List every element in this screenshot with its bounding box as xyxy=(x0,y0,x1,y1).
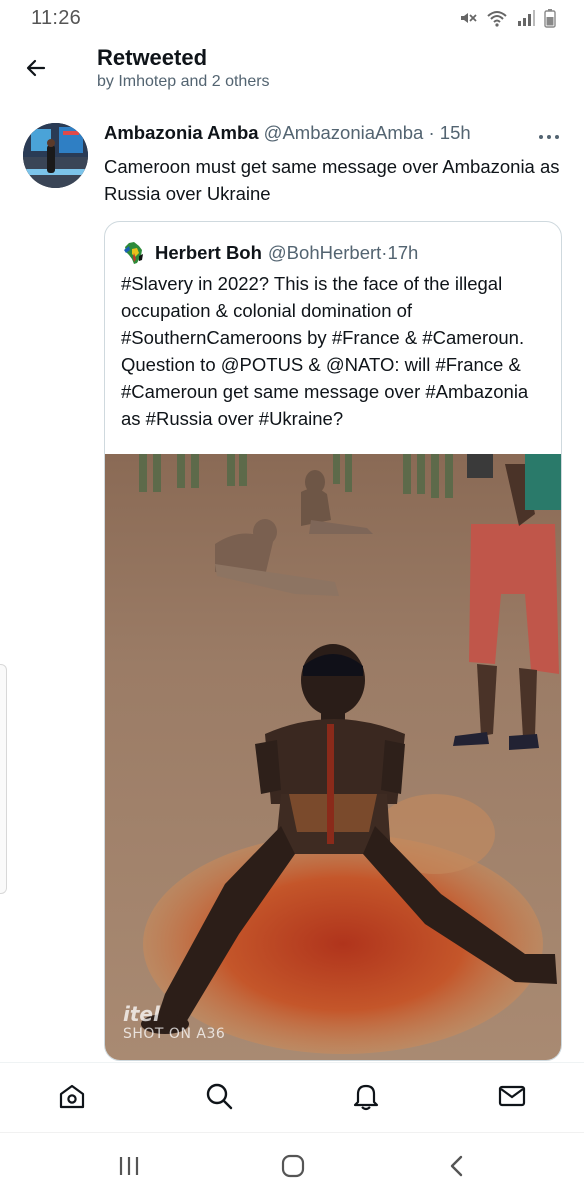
watermark-brand: itel xyxy=(123,1002,160,1026)
more-button[interactable] xyxy=(536,126,562,146)
more-horizontal-icon xyxy=(538,127,560,145)
battery-icon xyxy=(544,8,556,28)
avatar[interactable] xyxy=(23,123,88,188)
nav-search[interactable] xyxy=(202,1081,236,1115)
back-chevron-icon xyxy=(447,1154,467,1183)
tweet-text: Cameroon must get same message over Amba… xyxy=(104,156,560,204)
watermark-text: SHOT ON A36 xyxy=(123,1026,226,1042)
retweeted-by-text[interactable]: by Imhotep and 2 others xyxy=(97,73,270,91)
nav-home[interactable] xyxy=(55,1081,89,1115)
quote-author-handle[interactable]: @BohHerbert xyxy=(268,242,381,264)
photo-watermark: itel SHOT ON A36 xyxy=(123,1002,225,1042)
nav-notifications[interactable] xyxy=(349,1081,383,1115)
mute-icon xyxy=(458,8,478,28)
recents-button[interactable] xyxy=(111,1153,147,1183)
bottom-nav xyxy=(0,1062,584,1132)
arrow-left-icon xyxy=(24,56,48,85)
nav-messages[interactable] xyxy=(495,1081,529,1115)
page-title: Retweeted xyxy=(97,45,208,70)
back-button[interactable] xyxy=(20,54,52,86)
system-home-button[interactable] xyxy=(275,1153,311,1183)
header: Retweeted by Imhotep and 2 others xyxy=(0,40,584,100)
home-icon xyxy=(57,1081,87,1116)
messages-icon xyxy=(497,1081,527,1116)
quote-media-photo[interactable]: itel SHOT ON A36 xyxy=(105,454,561,1060)
status-bar: 11:26 xyxy=(0,0,584,36)
status-icons xyxy=(458,8,556,28)
home-circle-icon xyxy=(280,1153,306,1184)
separator-dot: · xyxy=(423,122,440,143)
author-handle[interactable]: @AmbazoniaAmba xyxy=(264,122,424,143)
wifi-icon xyxy=(486,8,508,28)
status-time: 11:26 xyxy=(31,7,82,29)
quote-author-name[interactable]: Herbert Boh xyxy=(155,242,262,264)
quote-time[interactable]: 17h xyxy=(387,242,418,264)
edge-panel-handle[interactable] xyxy=(0,664,7,894)
recents-icon xyxy=(117,1155,141,1182)
author-name[interactable]: Ambazonia Amba xyxy=(104,122,259,143)
system-nav-bar xyxy=(0,1132,584,1200)
tweet-header: Ambazonia Amba @AmbazoniaAmba · 15h xyxy=(104,122,471,144)
quote-avatar[interactable] xyxy=(121,240,147,266)
system-back-button[interactable] xyxy=(439,1153,475,1183)
tweet-time[interactable]: 15h xyxy=(440,122,471,143)
signal-icon xyxy=(516,8,536,28)
notifications-icon xyxy=(351,1081,381,1116)
quoted-tweet-header: Herbert Boh @BohHerbert · 17h xyxy=(121,240,418,266)
quote-text: #Slavery in 2022? This is the face of th… xyxy=(121,273,529,429)
search-icon xyxy=(204,1081,234,1116)
quoted-tweet[interactable]: Herbert Boh @BohHerbert · 17h #Slavery i… xyxy=(104,221,562,1061)
